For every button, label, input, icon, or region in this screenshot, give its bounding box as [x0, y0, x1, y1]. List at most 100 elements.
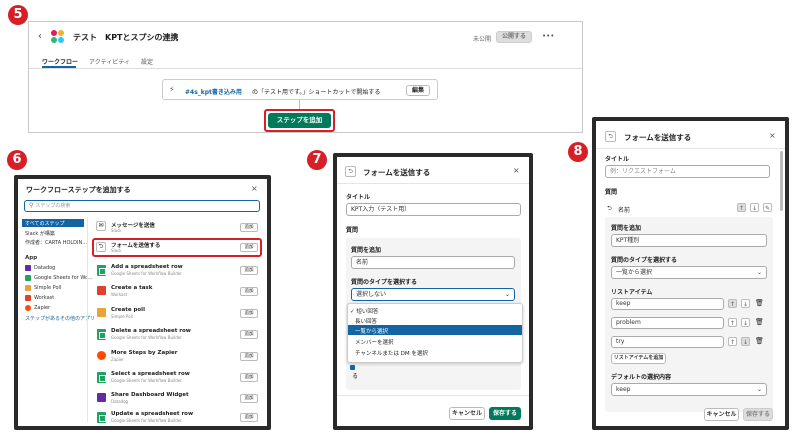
add-step-item-button[interactable]: 追加: [240, 394, 258, 403]
sidebar-item-slack[interactable]: Slack が構築: [25, 230, 55, 237]
header-divider: [337, 183, 529, 184]
question-type-select[interactable]: 一覧から選択 ⌄: [611, 266, 767, 279]
title-input[interactable]: KPT入力（テスト用）: [346, 203, 521, 216]
question-input[interactable]: KPT種別: [611, 234, 767, 247]
sidebar-app-workast[interactable]: Workast: [34, 295, 54, 301]
cancel-button[interactable]: キャンセル: [449, 407, 485, 420]
step-source: Workast: [111, 292, 128, 297]
form-icon: ⮌: [605, 131, 616, 142]
trigger-channel[interactable]: #4s_kpt書き込み用: [185, 87, 242, 96]
arrow-down-icon[interactable]: ↓: [741, 337, 750, 346]
question-type-value: 一覧から選択: [616, 269, 653, 276]
datadog-icon: [25, 265, 31, 271]
title-label: タイトル: [605, 156, 630, 163]
add-step-item-button[interactable]: 追加: [240, 243, 258, 252]
see-more-apps-link[interactable]: ステップがあるその他のアプリ: [25, 315, 95, 322]
trash-icon[interactable]: 🗑: [755, 299, 764, 307]
add-list-item-button[interactable]: リストアイテムを追加: [611, 353, 666, 364]
form-modal-frame: ⮌ フォームを送信する × タイトル KPT入力（テスト用） 質問 質問を追加 …: [333, 153, 533, 430]
sidebar-item-creator[interactable]: 作成者：CARTA HOLDIN...: [25, 239, 87, 246]
add-step-item-button[interactable]: 追加: [240, 266, 258, 275]
option-select-channel[interactable]: チャンネルまたは DM を選択: [355, 349, 428, 357]
step-source: Google Sheets for Workflow Builder: [111, 335, 182, 340]
trash-icon[interactable]: 🗑: [755, 318, 764, 326]
lightning-icon: ⚡: [169, 85, 175, 94]
sheets-icon: [97, 265, 106, 276]
option-long-answer[interactable]: 長い回答: [355, 317, 377, 325]
question-type-select[interactable]: 選択しない ⌄: [351, 288, 515, 301]
edit-button[interactable]: 編集: [406, 85, 430, 96]
step-badge-7: 7: [307, 150, 327, 170]
close-icon[interactable]: ×: [513, 166, 520, 175]
step-search-input[interactable]: ⚲ ステップの検索: [24, 200, 260, 212]
required-checkbox[interactable]: [350, 365, 355, 370]
tab-workflow[interactable]: ワークフロー: [42, 57, 78, 66]
add-step-item-button[interactable]: 追加: [240, 373, 258, 382]
zapier-icon: [97, 351, 106, 360]
arrow-down-icon[interactable]: ↓: [750, 203, 759, 212]
more-icon[interactable]: •••: [542, 32, 554, 40]
arrow-down-icon[interactable]: ↓: [741, 318, 750, 327]
sheets-icon: [97, 412, 106, 423]
edit-icon[interactable]: ✎: [763, 203, 772, 212]
option-short-answer[interactable]: ✓ 短い回答: [350, 307, 378, 315]
default-selection-label: デフォルトの選択内容: [611, 374, 672, 381]
add-step-item-button[interactable]: 追加: [240, 309, 258, 318]
question-input[interactable]: 名前: [351, 256, 515, 269]
step-badge-5: 5: [8, 5, 28, 25]
back-chevron-icon[interactable]: ‹: [38, 31, 42, 42]
workast-icon: [97, 286, 106, 295]
cancel-button[interactable]: キャンセル: [704, 408, 739, 421]
trigger-card[interactable]: ⚡ #4s_kpt書き込み用 の「テスト用です。」ショートカットで開始する 編集: [162, 79, 438, 100]
list-items-label: リストアイテム: [611, 289, 653, 296]
datadog-icon: [97, 393, 106, 402]
arrow-up-icon[interactable]: ↑: [728, 337, 737, 346]
message-icon: ✉: [96, 221, 106, 231]
add-step-item-button[interactable]: 追加: [240, 287, 258, 296]
workflow-logo: [50, 29, 65, 44]
trash-icon[interactable]: 🗑: [755, 337, 764, 345]
option-select-member[interactable]: メンバーを選択: [355, 338, 394, 346]
add-step-item-button[interactable]: 追加: [240, 330, 258, 339]
arrow-up-icon[interactable]: ↑: [728, 299, 737, 308]
close-icon[interactable]: ×: [769, 131, 776, 140]
tab-settings[interactable]: 設定: [141, 57, 153, 66]
add-step-button[interactable]: ステップを追加: [268, 113, 331, 128]
add-step-item-button[interactable]: 追加: [240, 352, 258, 361]
close-icon[interactable]: ×: [251, 184, 258, 193]
arrow-up-icon[interactable]: ↑: [737, 203, 746, 212]
sheets-icon: [97, 372, 106, 383]
list-item-input[interactable]: try: [611, 336, 724, 348]
scrollbar[interactable]: [780, 151, 783, 211]
add-question-label: 質問を追加: [611, 225, 642, 232]
sidebar-app-poll[interactable]: Simple Poll: [34, 285, 61, 291]
save-button[interactable]: 保存する: [489, 407, 521, 420]
save-button[interactable]: 保存する: [743, 408, 773, 421]
question-type-value: 選択しない: [356, 291, 387, 298]
tab-activity[interactable]: アクティビティ: [89, 57, 130, 66]
tab-divider: [29, 68, 582, 69]
step-source: Zapier: [111, 357, 124, 362]
list-item-input[interactable]: keep: [611, 298, 724, 310]
step-source: Simple Poll: [111, 314, 133, 319]
add-step-item-button[interactable]: 追加: [240, 413, 258, 422]
search-icon: ⚲: [29, 202, 34, 209]
arrow-down-icon[interactable]: ↓: [741, 299, 750, 308]
header-divider: [596, 148, 785, 149]
title-input[interactable]: 例：リクエストフォーム: [605, 165, 770, 178]
sidebar-app-zapier[interactable]: Zapier: [34, 305, 50, 311]
question-name: 名前: [618, 207, 631, 214]
sidebar-app-sheets[interactable]: Google Sheets for Wo...: [34, 275, 93, 281]
arrow-up-icon[interactable]: ↑: [728, 318, 737, 327]
publish-button[interactable]: 公開する: [496, 31, 532, 43]
option-select-list[interactable]: 一覧から選択: [355, 327, 388, 335]
app-header: App: [25, 255, 38, 261]
default-selection-select[interactable]: keep ⌄: [611, 383, 767, 396]
sidebar-app-datadog[interactable]: Datadog: [34, 265, 55, 271]
add-step-modal-frame: ワークフローステップを追加する × ⚲ ステップの検索 すべてのステップ Sla…: [14, 175, 271, 430]
poll-icon: [25, 285, 31, 291]
add-step-item-button[interactable]: 追加: [240, 223, 258, 232]
step-title: Select a spreadsheet row: [111, 371, 190, 377]
list-item-input[interactable]: problem: [611, 317, 724, 329]
chevron-down-icon: ⌄: [504, 291, 510, 298]
